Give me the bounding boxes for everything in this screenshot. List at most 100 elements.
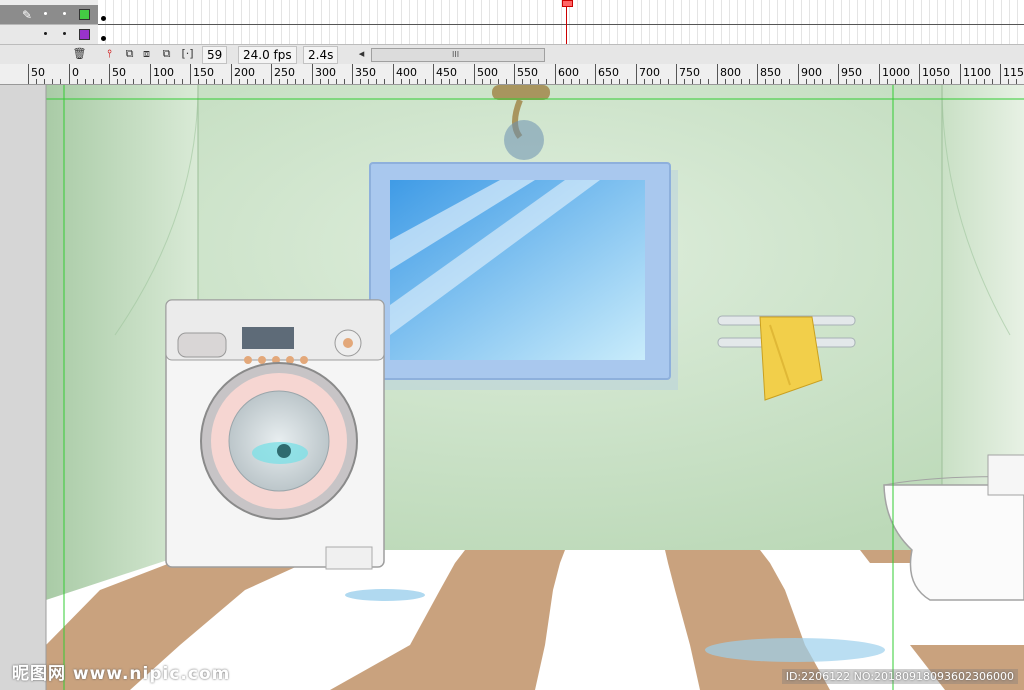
frame-row-1[interactable] xyxy=(98,5,1024,25)
ruler-minor-tick xyxy=(684,79,685,84)
ruler-minor-tick xyxy=(303,79,304,84)
frames-grid[interactable] xyxy=(98,0,1024,45)
ruler-minor-tick xyxy=(498,79,499,84)
ruler-major-tick xyxy=(28,64,29,84)
ruler-major-tick xyxy=(1000,64,1001,84)
stage-canvas[interactable]: 昵图网 www.nipic.com ID:2206122 NO:20180918… xyxy=(0,85,1024,690)
ruler-label: 800 xyxy=(720,66,741,79)
ruler-minor-tick xyxy=(789,79,790,84)
ruler-minor-tick xyxy=(401,79,402,84)
onion-skin-outline-icon[interactable]: ⧈ xyxy=(139,47,154,61)
ruler-minor-tick xyxy=(360,79,361,84)
ruler-major-tick xyxy=(838,64,839,84)
ruler-minor-tick xyxy=(239,79,240,84)
ruler-label: 1050 xyxy=(922,66,950,79)
ruler-minor-tick xyxy=(538,79,539,84)
ruler-minor-tick xyxy=(214,79,215,84)
ruler-minor-tick xyxy=(992,79,993,84)
ruler-minor-tick xyxy=(320,79,321,84)
ruler-minor-tick xyxy=(141,79,142,84)
ruler-minor-tick xyxy=(870,79,871,84)
ruler-major-tick xyxy=(271,64,272,84)
ruler-minor-tick xyxy=(806,79,807,84)
ruler-minor-tick xyxy=(449,79,450,84)
ruler-label: 400 xyxy=(396,66,417,79)
ruler-minor-tick xyxy=(951,79,952,84)
ruler-minor-tick xyxy=(814,79,815,84)
ruler-minor-tick xyxy=(36,79,37,84)
center-frame-icon[interactable]: ⫯ xyxy=(102,47,117,61)
ruler-minor-tick xyxy=(935,79,936,84)
ruler-major-tick xyxy=(352,64,353,84)
layer-color-swatch[interactable] xyxy=(79,29,90,40)
ruler-minor-tick xyxy=(44,79,45,84)
watermark-left: 昵图网 www.nipic.com xyxy=(12,664,231,684)
keyframe-icon[interactable] xyxy=(101,16,106,21)
current-frame-field[interactable]: 59 xyxy=(202,46,228,64)
ruler-label: 950 xyxy=(841,66,862,79)
ruler-minor-tick xyxy=(943,79,944,84)
ruler-label: 300 xyxy=(315,66,336,79)
ruler-minor-tick xyxy=(530,79,531,84)
lock-dot-icon[interactable] xyxy=(63,32,66,35)
ruler-minor-tick xyxy=(295,79,296,84)
ruler-minor-tick xyxy=(198,79,199,84)
elapsed-time-field[interactable]: 2.4s xyxy=(303,46,339,64)
timeline-panel: ✎ 🗑 ⫯ ⧉ ⧈ ⧉ [·] 59 24.0 fps 2.4s ◂ III xyxy=(0,0,1024,65)
bathroom-scene xyxy=(0,85,1024,690)
layer-row-1[interactable]: ✎ xyxy=(0,5,98,25)
onion-skin-icon[interactable]: ⧉ xyxy=(122,47,137,61)
ruler-major-tick xyxy=(190,64,191,84)
ruler-minor-tick xyxy=(984,79,985,84)
keyframe-icon[interactable] xyxy=(101,36,106,41)
ruler-minor-tick xyxy=(765,79,766,84)
ruler-label: 700 xyxy=(639,66,660,79)
layer-color-swatch[interactable] xyxy=(79,9,90,20)
frame-row-2[interactable] xyxy=(98,25,1024,45)
playhead-handle[interactable] xyxy=(562,0,573,7)
ruler-minor-tick xyxy=(457,79,458,84)
modify-markers-icon[interactable]: [·] xyxy=(180,47,195,61)
ruler-minor-tick xyxy=(668,79,669,84)
ruler-minor-tick xyxy=(77,79,78,84)
ruler-minor-tick xyxy=(579,79,580,84)
scroll-grip[interactable]: III xyxy=(452,49,459,61)
ruler-label: 500 xyxy=(477,66,498,79)
ruler-minor-tick xyxy=(85,79,86,84)
ruler-minor-tick xyxy=(725,79,726,84)
timeline-scrollbar[interactable]: III xyxy=(371,48,545,62)
ruler-minor-tick xyxy=(692,79,693,84)
ruler-label: 650 xyxy=(598,66,619,79)
trash-icon[interactable]: 🗑 xyxy=(72,47,87,61)
ruler-label: 550 xyxy=(517,66,538,79)
frame-rate-field[interactable]: 24.0 fps xyxy=(238,46,297,64)
lock-dot-icon[interactable] xyxy=(63,12,66,15)
ruler-minor-tick xyxy=(1008,79,1009,84)
edit-multiple-frames-icon[interactable]: ⧉ xyxy=(159,47,174,61)
ruler-minor-tick xyxy=(182,79,183,84)
ruler-minor-tick xyxy=(247,79,248,84)
ruler-minor-tick xyxy=(166,79,167,84)
ruler-label: 450 xyxy=(436,66,457,79)
ruler-minor-tick xyxy=(425,79,426,84)
ruler-minor-tick xyxy=(158,79,159,84)
ruler-major-tick xyxy=(757,64,758,84)
ruler-minor-tick xyxy=(660,79,661,84)
ruler-minor-tick xyxy=(441,79,442,84)
ruler-minor-tick xyxy=(854,79,855,84)
visibility-dot-icon[interactable] xyxy=(44,32,47,35)
visibility-dot-icon[interactable] xyxy=(44,12,47,15)
watermark-right: ID:2206122 NO:20180918093602306000 xyxy=(781,669,1018,684)
ruler-minor-tick xyxy=(546,79,547,84)
scroll-left-arrow-icon[interactable]: ◂ xyxy=(354,47,369,61)
ruler-minor-tick xyxy=(101,79,102,84)
ruler-minor-tick xyxy=(773,79,774,84)
layer-row-2[interactable] xyxy=(0,25,98,45)
ruler-minor-tick xyxy=(465,79,466,84)
ruler-minor-tick xyxy=(603,79,604,84)
ruler-label: 50 xyxy=(31,66,45,79)
ruler-minor-tick xyxy=(927,79,928,84)
ruler-minor-tick xyxy=(409,79,410,84)
ruler-minor-tick xyxy=(490,79,491,84)
ruler-minor-tick xyxy=(376,79,377,84)
